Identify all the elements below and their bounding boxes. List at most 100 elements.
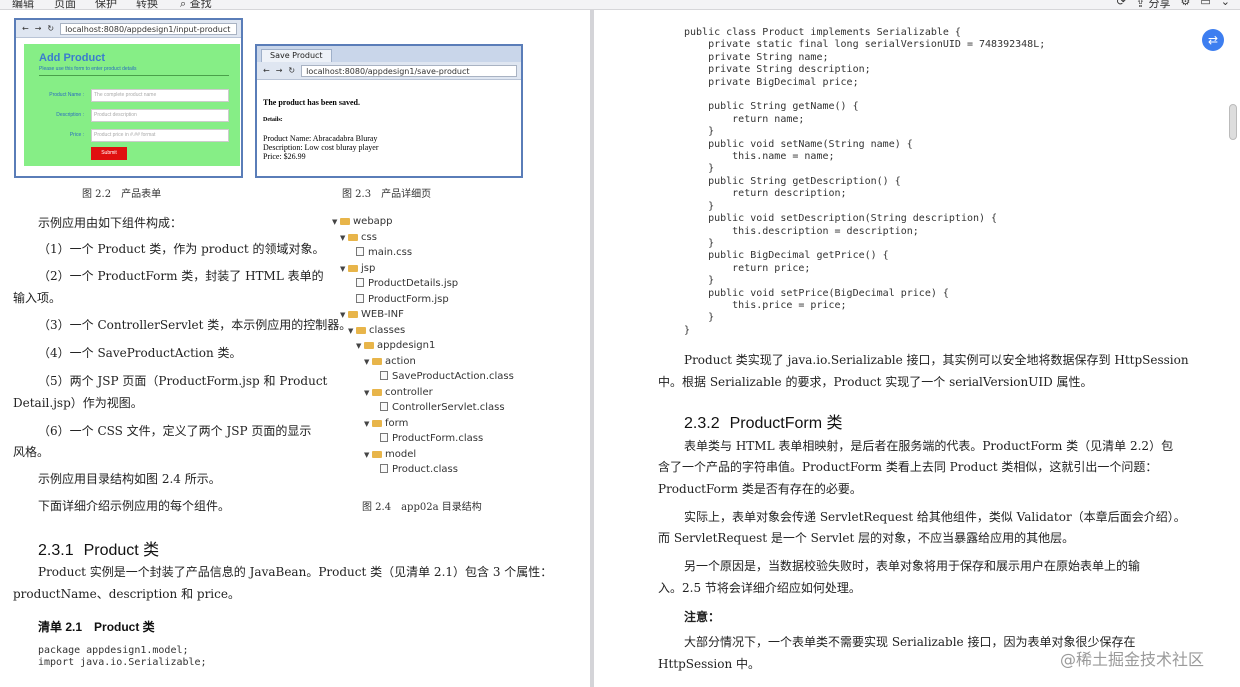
intro-text: 示例应用由如下组件构成： bbox=[38, 216, 183, 230]
folder-icon bbox=[372, 419, 382, 427]
note-title: 注意： bbox=[684, 610, 721, 624]
sync-icon[interactable]: ⟳ bbox=[1117, 0, 1126, 9]
serializable-para-2: 中。根据 Serializable 的要求，Product 实现了一个 seri… bbox=[658, 375, 1093, 389]
comment-icon[interactable]: ▭ bbox=[1200, 0, 1210, 9]
product-para-2: productName、description 和 price。 bbox=[13, 587, 240, 601]
tree-node: ▼ model bbox=[364, 448, 416, 462]
tree-node: Product.class bbox=[372, 463, 458, 477]
item-5: （5）两个 JSP 页面（ProductForm.jsp 和 Product bbox=[38, 374, 328, 388]
file-icon bbox=[356, 247, 364, 256]
file-icon bbox=[380, 464, 388, 473]
tree-node: ▼ css bbox=[340, 231, 377, 245]
expand-arrow-icon: ▼ bbox=[340, 233, 346, 242]
reload-icon: ↻ bbox=[288, 66, 296, 75]
tree-node-label: form bbox=[385, 417, 409, 429]
tree-node-label: ProductForm.jsp bbox=[368, 293, 449, 305]
saved-heading: The product has been saved. bbox=[263, 98, 360, 107]
translate-icon[interactable]: ⇄ bbox=[1202, 29, 1224, 51]
expand-arrow-icon: ▼ bbox=[348, 326, 354, 335]
section-title: Product 类 bbox=[83, 542, 160, 559]
figure-product-details: Save Product ← → ↻ localhost:8080/appdes… bbox=[255, 44, 523, 178]
item-6: （6）一个 CSS 文件，定义了两个 JSP 页面的显示 bbox=[38, 424, 312, 438]
tree-node-label: appdesign1 bbox=[377, 340, 436, 351]
section-number: 2.3.1 bbox=[38, 542, 74, 559]
menu-protect[interactable]: 保护 bbox=[95, 0, 117, 9]
folder-icon bbox=[348, 264, 358, 272]
listing-2-1-title: 清单 2.1 Product 类 bbox=[38, 620, 155, 634]
share-button[interactable]: ⇪ 分享 bbox=[1136, 0, 1171, 9]
figure-2-4-caption: 图 2.4 app02a 目录结构 bbox=[362, 502, 482, 513]
validation-para-1: 另一个原因是，当数据校验失败时，表单对象将用于保存和展示用户在原始表单上的输 bbox=[684, 559, 1141, 573]
tree-node-label: ProductForm.class bbox=[392, 433, 484, 444]
section-2-3-1-heading: 2.3.1 Product 类 bbox=[38, 536, 159, 560]
folder-icon bbox=[372, 450, 382, 458]
tree-node: ▼ jsp bbox=[340, 262, 375, 276]
tree-node-label: SaveProductAction.class bbox=[392, 371, 514, 382]
label-product-name: Product Name : bbox=[49, 92, 84, 98]
file-icon bbox=[380, 402, 388, 411]
tree-node-label: Product.class bbox=[392, 464, 458, 475]
tree-node-label: css bbox=[361, 231, 377, 243]
folder-icon bbox=[364, 342, 374, 349]
file-icon bbox=[356, 293, 364, 303]
listing-2-1-code: package appdesign1.model; import java.io… bbox=[38, 645, 207, 669]
input-description: Product description bbox=[91, 109, 229, 122]
expand-arrow-icon: ▼ bbox=[364, 357, 370, 366]
menu-edit[interactable]: 编辑 bbox=[12, 0, 34, 9]
forward-icon: → bbox=[275, 66, 283, 75]
figure-2-3-caption: 图 2.3 产品详细页 bbox=[342, 189, 432, 200]
label-description: Description : bbox=[56, 112, 84, 118]
menu-search-label: 查找 bbox=[189, 0, 212, 10]
watermark: @稀土掘金技术社区 bbox=[1060, 650, 1205, 669]
folder-icon bbox=[372, 388, 382, 396]
tree-node: ProductForm.class bbox=[372, 432, 483, 446]
figure-2-2-caption: 图 2.2 产品表单 bbox=[82, 189, 162, 200]
form-subtitle: Please use this form to enter product de… bbox=[39, 66, 137, 72]
section-number: 2.3.2 bbox=[684, 415, 720, 432]
detail-text: 下面详细介绍示例应用的每个组件。 bbox=[38, 499, 231, 513]
folder-icon bbox=[348, 233, 358, 241]
forward-icon: → bbox=[34, 24, 42, 33]
tree-node-label: WEB-INF bbox=[361, 309, 404, 320]
menu-page[interactable]: 页面 bbox=[54, 0, 76, 9]
folder-icon bbox=[356, 326, 366, 334]
browser-toolbar: ← → ↻ localhost:8080/appdesign1/save-pro… bbox=[257, 62, 521, 80]
serializable-para-1: Product 类实现了 java.io.Serializable 接口，其实例… bbox=[684, 353, 1189, 367]
product-form: Add Product Please use this form to ente… bbox=[24, 44, 240, 166]
tree-node: ▼ webapp bbox=[332, 215, 393, 229]
top-toolbar: 编辑 页面 保护 转换 ⌕ 查找 ⟳ ⇪ 分享 ⚙ ▭ ⌄ bbox=[0, 0, 1240, 10]
tree-node: ▼ appdesign1 bbox=[356, 339, 435, 353]
validation-para-2: 入。2.5 节将会详细介绍应如何处理。 bbox=[658, 581, 861, 595]
scrollbar-thumb[interactable] bbox=[1229, 104, 1237, 140]
settings-icon[interactable]: ⚙ bbox=[1181, 0, 1191, 9]
folder-icon bbox=[372, 357, 382, 365]
toolbar-right: ⟳ ⇪ 分享 ⚙ ▭ ⌄ bbox=[1117, 0, 1230, 9]
form-para-3: ProductForm 类是否有存在的必要。 bbox=[658, 482, 862, 496]
browser-tabbar: Save Product bbox=[257, 46, 521, 62]
tree-node: main.css bbox=[348, 246, 412, 260]
tree-node-label: jsp bbox=[361, 262, 376, 274]
folder-icon bbox=[340, 218, 350, 225]
expand-arrow-icon: ▼ bbox=[356, 342, 362, 350]
expand-arrow-icon: ▼ bbox=[340, 264, 346, 273]
product-para-1: Product 实例是一个封装了产品信息的 JavaBean。Product 类… bbox=[38, 565, 553, 579]
file-icon bbox=[380, 371, 388, 380]
tree-node: ProductDetails.jsp bbox=[348, 277, 458, 291]
item-1: （1）一个 Product 类，作为 product 的领域对象。 bbox=[38, 242, 325, 256]
tree-node-label: webapp bbox=[353, 216, 393, 227]
menu-search[interactable]: ⌕ 查找 bbox=[180, 0, 212, 10]
tree-node: ▼ WEB-INF bbox=[340, 308, 404, 322]
form-divider bbox=[39, 75, 229, 76]
item-4: （4）一个 SaveProductAction 类。 bbox=[38, 346, 242, 360]
request-para-1: 实际上，表单对象会传递 ServletRequest 给其他组件，类似 Vali… bbox=[684, 510, 1186, 524]
left-page: ← → ↻ localhost:8080/appdesign1/input-pr… bbox=[0, 10, 590, 687]
chevron-down-icon[interactable]: ⌄ bbox=[1221, 0, 1230, 9]
menu-convert[interactable]: 转换 bbox=[136, 0, 158, 9]
file-icon bbox=[356, 278, 364, 287]
product-class-code: public class Product implements Serializ… bbox=[684, 27, 1046, 336]
section-2-3-2-heading: 2.3.2 ProductForm 类 bbox=[684, 409, 843, 433]
form-title: Add Product bbox=[39, 52, 105, 64]
submit-button: Submit bbox=[91, 147, 127, 160]
details-heading: Details: bbox=[263, 117, 283, 123]
expand-arrow-icon: ▼ bbox=[364, 450, 370, 459]
